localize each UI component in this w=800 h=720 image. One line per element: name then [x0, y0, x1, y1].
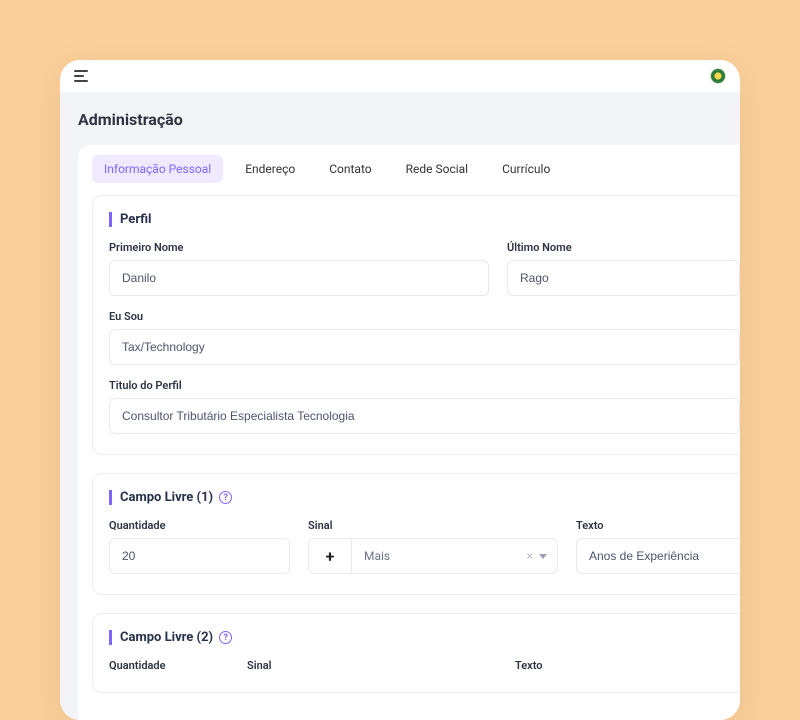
last-name-input[interactable]: [507, 260, 740, 296]
panel-title-campo-livre-2: Campo Livre (2) ?: [109, 630, 740, 645]
field-sinal-2: Sinal: [247, 659, 497, 672]
field-texto-2: Texto: [515, 659, 740, 672]
panel-area: Perfil Primeiro Nome Último Nome: [78, 195, 740, 693]
content-area: Informação Pessoal Endereço Contato Rede…: [60, 145, 740, 720]
texto-label: Texto: [576, 519, 740, 532]
titulo-perfil-input[interactable]: [109, 398, 740, 434]
menu-icon[interactable]: [74, 68, 90, 84]
tab-contato[interactable]: Contato: [317, 155, 383, 183]
sinal-plus-button[interactable]: +: [308, 538, 352, 574]
panel-title-text: Perfil: [120, 212, 151, 227]
tab-informacao-pessoal[interactable]: Informação Pessoal: [92, 155, 223, 183]
panel-campo-livre-2: Campo Livre (2) ? Quantidade Sinal Texto: [92, 613, 740, 693]
locale-flag-icon[interactable]: [710, 68, 726, 84]
content-card: Informação Pessoal Endereço Contato Rede…: [78, 145, 740, 720]
sinal-select-actions: ×: [527, 549, 547, 563]
sinal-label: Sinal: [247, 659, 497, 672]
field-quantidade-2: Quantidade: [109, 659, 229, 672]
panel-title-perfil: Perfil: [109, 212, 740, 227]
field-texto-1: Texto: [576, 519, 740, 574]
field-eu-sou: Eu Sou: [109, 310, 740, 365]
tab-curriculo[interactable]: Currículo: [490, 155, 562, 183]
quantidade-input[interactable]: [109, 538, 290, 574]
panel-title-campo-livre-1: Campo Livre (1) ?: [109, 490, 740, 505]
help-icon[interactable]: ?: [219, 631, 232, 644]
sinal-selected-value: Mais: [364, 549, 390, 563]
panel-perfil: Perfil Primeiro Nome Último Nome: [92, 195, 740, 455]
eu-sou-input[interactable]: [109, 329, 740, 365]
quantidade-label: Quantidade: [109, 519, 290, 532]
texto-label: Texto: [515, 659, 740, 672]
field-sinal-1: Sinal + Mais ×: [308, 519, 558, 574]
titulo-perfil-label: Titulo do Perfil: [109, 379, 740, 392]
tab-endereco[interactable]: Endereço: [233, 155, 307, 183]
field-quantidade-1: Quantidade: [109, 519, 290, 574]
topbar: [60, 60, 740, 92]
eu-sou-label: Eu Sou: [109, 310, 740, 323]
page-title: Administração: [78, 110, 722, 129]
sinal-group: + Mais ×: [308, 538, 558, 574]
clear-icon[interactable]: ×: [527, 549, 533, 563]
chevron-down-icon: [539, 554, 547, 559]
panel-campo-livre-1: Campo Livre (1) ? Quantidade Sinal +: [92, 473, 740, 595]
first-name-input[interactable]: [109, 260, 489, 296]
field-titulo-perfil: Titulo do Perfil: [109, 379, 740, 434]
last-name-label: Último Nome: [507, 241, 740, 254]
page-header: Administração: [60, 92, 740, 145]
help-icon[interactable]: ?: [219, 491, 232, 504]
tab-bar: Informação Pessoal Endereço Contato Rede…: [78, 145, 740, 195]
field-last-name: Último Nome: [507, 241, 740, 296]
field-first-name: Primeiro Nome: [109, 241, 489, 296]
sinal-select[interactable]: Mais ×: [352, 538, 558, 574]
panel-title-text: Campo Livre (1): [120, 490, 213, 505]
texto-input[interactable]: [576, 538, 740, 574]
quantidade-label: Quantidade: [109, 659, 229, 672]
tab-rede-social[interactable]: Rede Social: [394, 155, 480, 183]
app-window: Administração Informação Pessoal Endereç…: [60, 60, 740, 720]
sinal-label: Sinal: [308, 519, 558, 532]
panel-title-text: Campo Livre (2): [120, 630, 213, 645]
first-name-label: Primeiro Nome: [109, 241, 489, 254]
